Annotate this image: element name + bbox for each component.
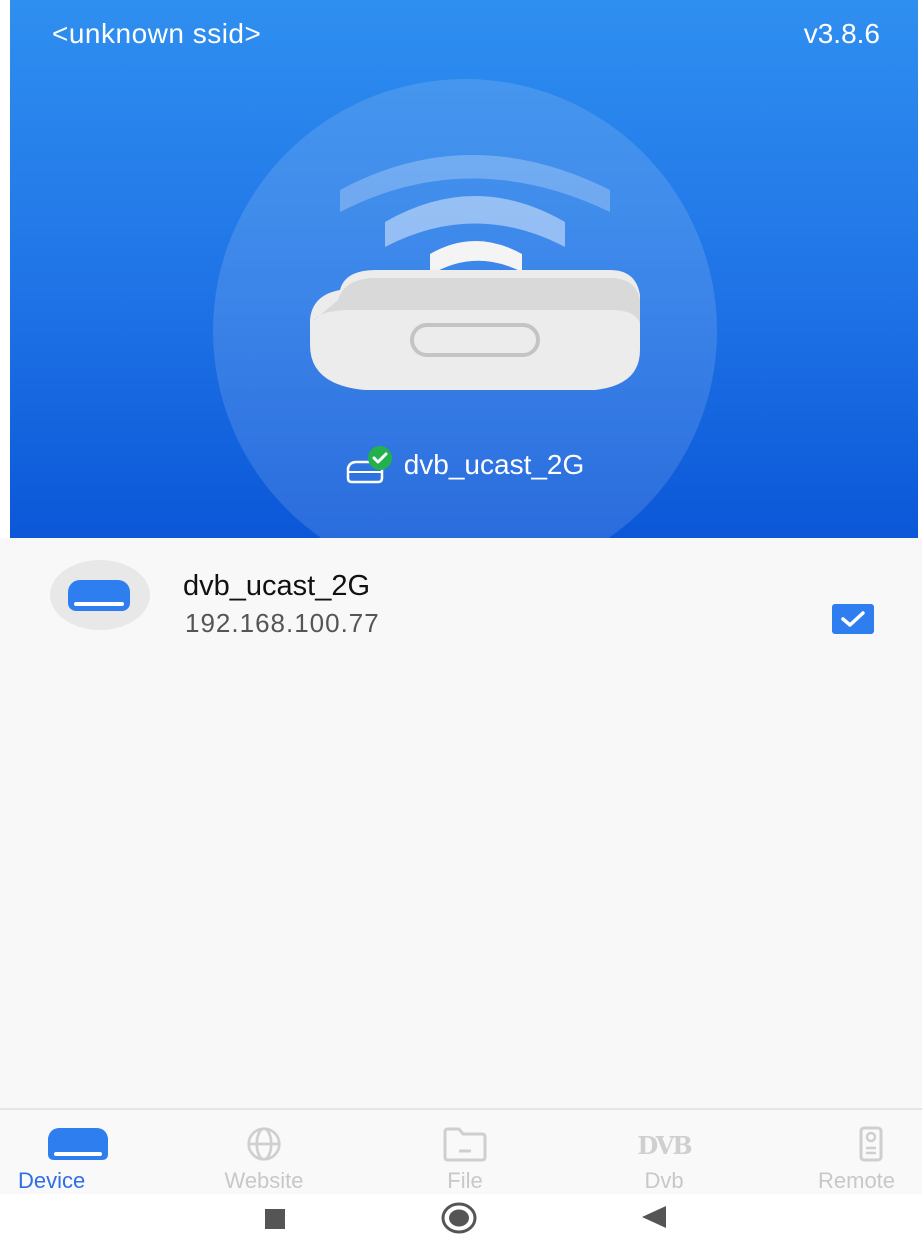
globe-icon — [247, 1127, 281, 1161]
device-icon — [48, 1128, 108, 1160]
nav-item-device[interactable]: Device — [18, 1126, 138, 1196]
nav-label-device: Device — [18, 1168, 86, 1193]
device-list-item[interactable]: dvb_ucast_2G 192.168.100.77 — [0, 560, 922, 660]
nav-item-website[interactable]: Website — [204, 1126, 324, 1196]
app-version-label: v3.8.6 — [803, 18, 880, 49]
device-selected-checkbox[interactable] — [832, 604, 874, 634]
wifi-arc-inner — [430, 241, 522, 275]
nav-label-dvb: Dvb — [644, 1168, 684, 1193]
nav-item-dvb[interactable]: DVB Dvb — [604, 1126, 724, 1196]
device-name: dvb_ucast_2G — [183, 570, 371, 602]
recent-apps-icon[interactable] — [264, 1208, 286, 1230]
wifi-device-illustration — [310, 155, 640, 390]
bottom-navigation-bar: Device Website File DVB Dvb Remote — [0, 1108, 922, 1196]
wifi-ssid-label: <unknown ssid> — [52, 18, 262, 49]
connected-device-icon — [344, 444, 394, 486]
nav-label-remote: Remote — [818, 1168, 896, 1193]
connected-device-row: dvb_ucast_2G — [10, 440, 918, 490]
svg-text:DVB: DVB — [637, 1131, 691, 1160]
app-screen: <unknown ssid> v3.8.6 dvb_ucast_2G dvb_u… — [0, 0, 922, 1243]
nav-item-file[interactable]: File — [405, 1126, 525, 1196]
nav-label-file: File — [447, 1168, 483, 1193]
device-list: dvb_ucast_2G 192.168.100.77 — [0, 538, 922, 1108]
remote-icon — [859, 1126, 883, 1162]
wifi-arc-middle — [385, 196, 565, 247]
folder-icon — [443, 1127, 487, 1162]
device-avatar — [50, 560, 150, 630]
connected-device-name: dvb_ucast_2G — [403, 449, 585, 480]
system-navigation-bar — [0, 1194, 922, 1243]
home-icon[interactable] — [441, 1202, 477, 1234]
nav-item-remote[interactable]: Remote — [812, 1126, 922, 1196]
dvb-icon: DVB — [637, 1131, 693, 1160]
back-icon[interactable] — [640, 1204, 668, 1230]
connection-header: <unknown ssid> v3.8.6 dvb_ucast_2G — [10, 0, 918, 538]
nav-label-website: Website — [224, 1168, 304, 1193]
checkmark-icon — [841, 611, 865, 627]
device-ip-address: 192.168.100.77 — [185, 608, 380, 638]
device-box-icon — [68, 580, 130, 611]
